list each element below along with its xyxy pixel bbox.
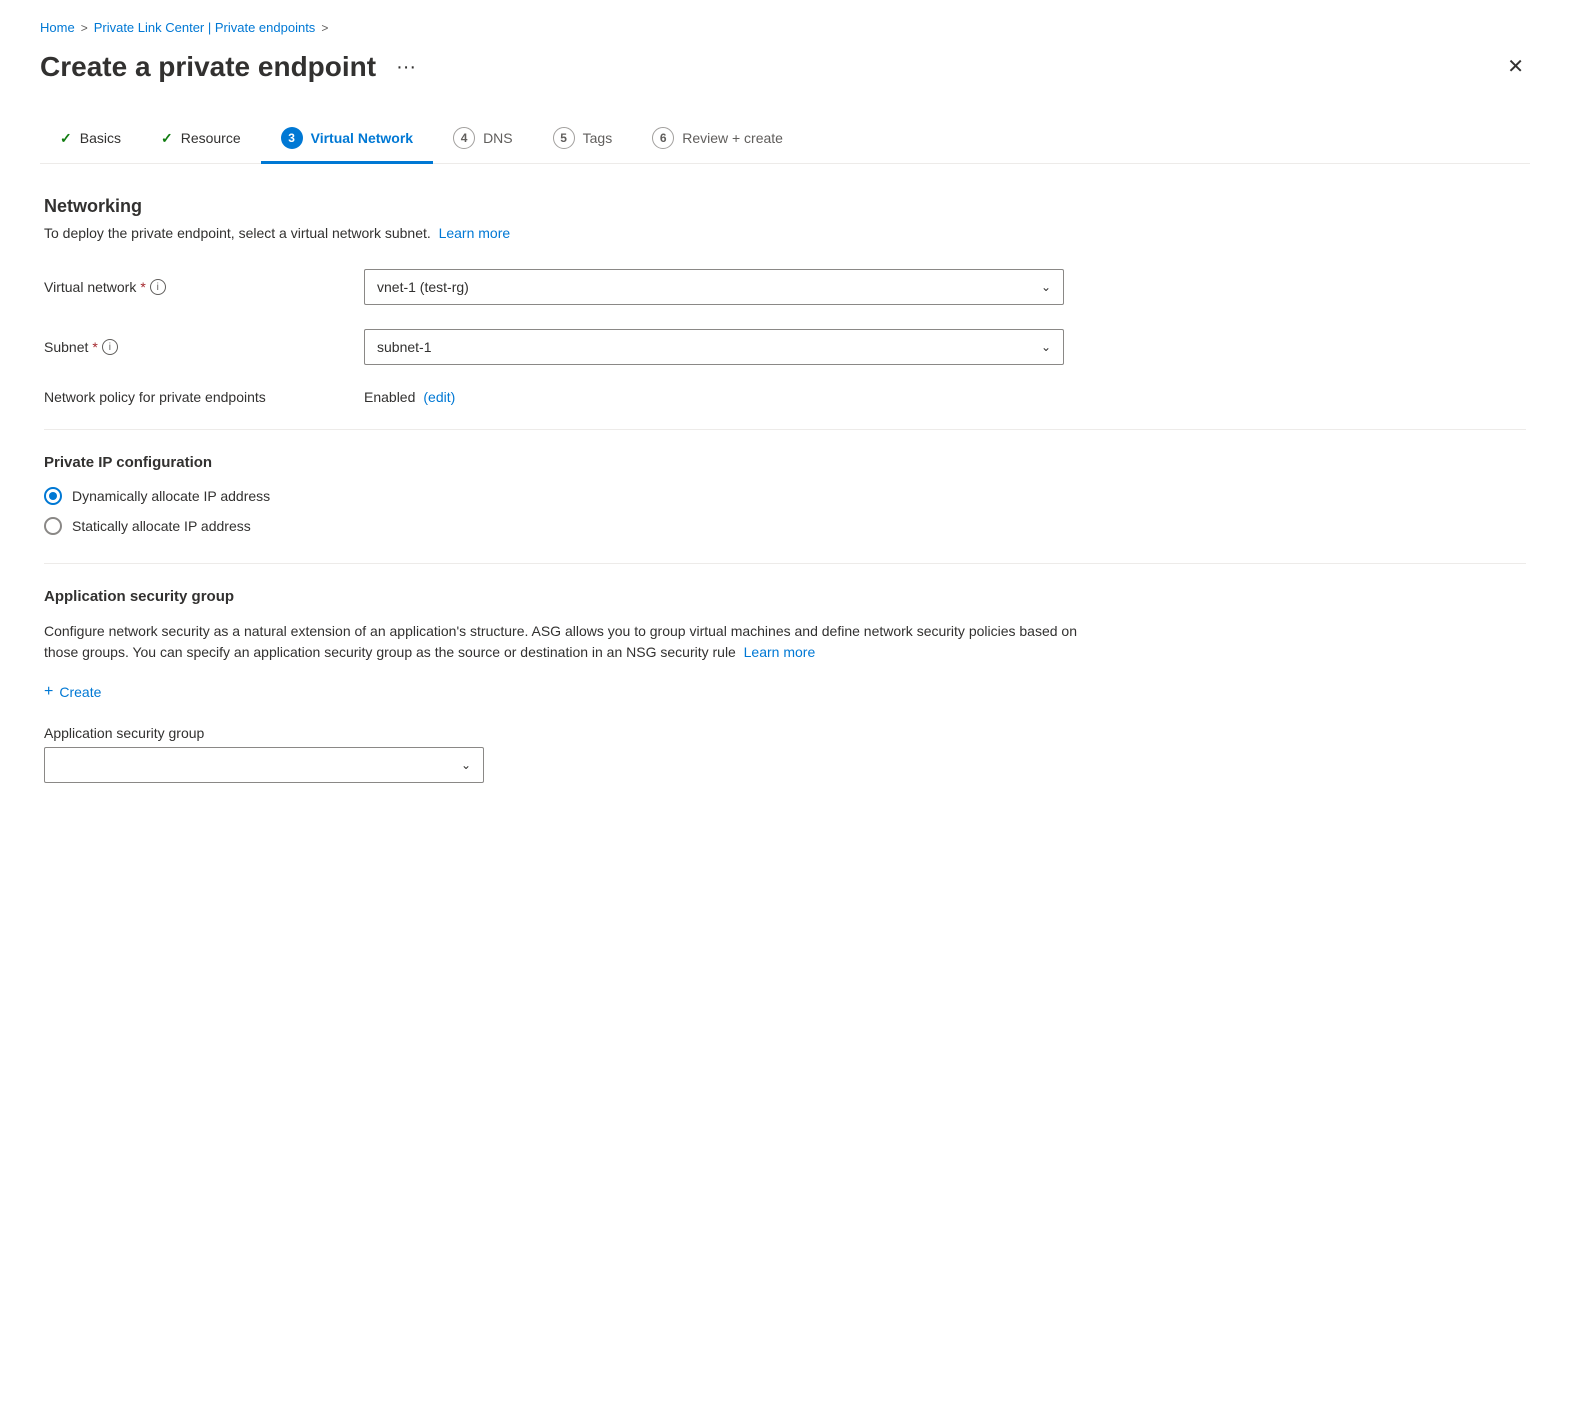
tab-check-basics: ✓ <box>60 130 72 147</box>
tab-label-tags: Tags <box>583 130 613 146</box>
subnet-value: subnet-1 <box>377 339 431 355</box>
tab-number-review: 6 <box>652 127 674 149</box>
asg-description: Configure network security as a natural … <box>44 621 1104 663</box>
tab-label-dns: DNS <box>483 130 513 146</box>
subnet-control: subnet-1 ⌄ <box>364 329 1064 365</box>
tab-dns[interactable]: 4 DNS <box>433 115 533 164</box>
breadcrumb-home[interactable]: Home <box>40 20 75 35</box>
network-policy-label: Network policy for private endpoints <box>44 389 364 405</box>
radio-dynamic-circle <box>44 487 62 505</box>
network-policy-edit[interactable]: (edit) <box>423 389 455 405</box>
private-ip-section: Private IP configuration Dynamically all… <box>44 454 1526 535</box>
networking-description: To deploy the private endpoint, select a… <box>44 225 1526 241</box>
radio-static-circle <box>44 517 62 535</box>
tab-basics[interactable]: ✓ Basics <box>40 118 141 162</box>
asg-create-label: Create <box>59 684 101 700</box>
asg-select-chevron: ⌄ <box>461 758 471 772</box>
page-header: Create a private endpoint ··· ✕ <box>40 51 1530 83</box>
tab-number-dns: 4 <box>453 127 475 149</box>
tab-label-review: Review + create <box>682 130 783 146</box>
radio-dynamic[interactable]: Dynamically allocate IP address <box>44 487 1526 505</box>
create-plus-icon: + <box>44 683 53 701</box>
virtual-network-value: vnet-1 (test-rg) <box>377 279 469 295</box>
asg-field-label: Application security group <box>44 725 1526 741</box>
tab-virtual-network[interactable]: 3 Virtual Network <box>261 115 433 164</box>
asg-field-group: Application security group ⌄ <box>44 725 1526 783</box>
ip-config-radio-group: Dynamically allocate IP address Statical… <box>44 487 1526 535</box>
tabs-row: ✓ Basics ✓ Resource 3 Virtual Network 4 … <box>40 115 1530 164</box>
asg-section-title: Application security group <box>44 588 1526 605</box>
asg-create-button[interactable]: + Create <box>44 683 101 701</box>
subnet-info-icon[interactable]: i <box>102 339 118 355</box>
tab-number-vnet: 3 <box>281 127 303 149</box>
tab-label-resource: Resource <box>181 130 241 146</box>
virtual-network-info-icon[interactable]: i <box>150 279 166 295</box>
asg-select[interactable]: ⌄ <box>44 747 484 783</box>
virtual-network-label: Virtual network * i <box>44 279 364 295</box>
network-policy-value: Enabled (edit) <box>364 389 1064 405</box>
radio-dynamic-label: Dynamically allocate IP address <box>72 488 270 504</box>
private-ip-title: Private IP configuration <box>44 454 1526 471</box>
tab-number-tags: 5 <box>553 127 575 149</box>
asg-section: Application security group Configure net… <box>44 588 1526 783</box>
virtual-network-control: vnet-1 (test-rg) ⌄ <box>364 269 1064 305</box>
networking-learn-more[interactable]: Learn more <box>439 225 511 241</box>
subnet-required: * <box>92 339 97 355</box>
subnet-label: Subnet * i <box>44 339 364 355</box>
radio-static-label: Statically allocate IP address <box>72 518 251 534</box>
virtual-network-chevron: ⌄ <box>1041 280 1051 294</box>
tab-label-vnet: Virtual Network <box>311 130 413 146</box>
networking-section-title: Networking <box>44 196 1526 217</box>
virtual-network-required: * <box>140 279 145 295</box>
subnet-chevron: ⌄ <box>1041 340 1051 354</box>
subnet-row: Subnet * i subnet-1 ⌄ <box>44 329 1526 365</box>
tab-review-create[interactable]: 6 Review + create <box>632 115 803 164</box>
subnet-select[interactable]: subnet-1 ⌄ <box>364 329 1064 365</box>
tab-label-basics: Basics <box>80 130 121 146</box>
virtual-network-select[interactable]: vnet-1 (test-rg) ⌄ <box>364 269 1064 305</box>
page-title: Create a private endpoint <box>40 51 376 83</box>
tab-check-resource: ✓ <box>161 130 173 147</box>
divider-2 <box>44 563 1526 564</box>
main-content: Networking To deploy the private endpoin… <box>40 196 1530 783</box>
breadcrumb-sep-2: > <box>321 21 328 35</box>
radio-static[interactable]: Statically allocate IP address <box>44 517 1526 535</box>
breadcrumb-private-link[interactable]: Private Link Center | Private endpoints <box>94 20 316 35</box>
network-policy-control: Enabled (edit) <box>364 389 1064 405</box>
breadcrumb-sep-1: > <box>81 21 88 35</box>
more-options-button[interactable]: ··· <box>388 52 424 83</box>
radio-dynamic-dot <box>49 492 57 500</box>
close-button[interactable]: ✕ <box>1501 51 1530 83</box>
breadcrumb: Home > Private Link Center | Private end… <box>40 20 1530 35</box>
tab-resource[interactable]: ✓ Resource <box>141 118 261 162</box>
asg-learn-more[interactable]: Learn more <box>744 644 816 660</box>
network-policy-row: Network policy for private endpoints Ena… <box>44 389 1526 405</box>
virtual-network-row: Virtual network * i vnet-1 (test-rg) ⌄ <box>44 269 1526 305</box>
tab-tags[interactable]: 5 Tags <box>533 115 633 164</box>
divider-1 <box>44 429 1526 430</box>
